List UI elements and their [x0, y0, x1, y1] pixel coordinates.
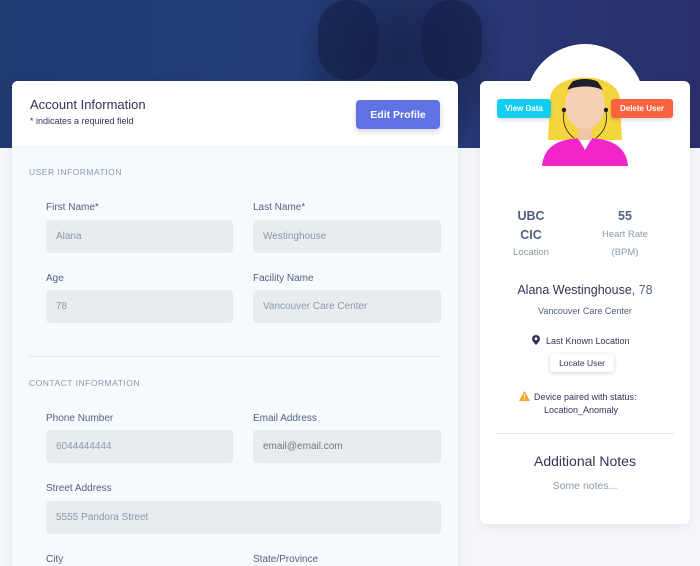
profile-divider [496, 433, 674, 434]
device-status-text: Device paired with status: [534, 392, 637, 402]
account-card: Account Information * indicates a requir… [12, 81, 458, 566]
age-label: Age [46, 273, 64, 284]
device-status: Device paired with status: Location_Anom… [519, 391, 669, 417]
phone-number-label: Phone Number [46, 413, 114, 424]
map-pin-icon [532, 335, 540, 345]
first-name-field[interactable] [46, 220, 233, 253]
profile-name: Alana Westinghouse, 78 [480, 283, 690, 297]
street-address-label: Street Address [46, 483, 112, 494]
account-card-header: Account Information * indicates a requir… [12, 81, 458, 147]
facility-name-label: Facility Name [253, 273, 314, 284]
last-known-location: Last Known Location [532, 335, 630, 346]
first-name-label: First Name* [46, 202, 99, 213]
warning-icon [519, 391, 530, 401]
location-value-line1: UBC [517, 209, 545, 223]
device-status-value: Location_Anomaly [544, 405, 619, 415]
profile-age: , 78 [631, 283, 653, 297]
profile-full-name: Alana Westinghouse [517, 283, 632, 297]
locate-user-button[interactable]: Locate User [550, 354, 614, 372]
additional-notes-text: Some notes... [552, 480, 618, 492]
hero-figure-arm-left [318, 0, 378, 80]
user-info-section-title: USER INFORMATION [29, 167, 122, 177]
contact-info-section-title: CONTACT INFORMATION [29, 378, 141, 388]
heart-rate-value: 55 [618, 209, 632, 223]
email-address-field[interactable] [253, 430, 441, 463]
profile-facility: Vancouver Care Center [538, 306, 632, 316]
age-field[interactable] [46, 290, 233, 323]
hero-figure-arm-right [422, 0, 482, 80]
facility-name-field[interactable] [253, 290, 441, 323]
state-province-label: State/Province [253, 554, 319, 565]
edit-profile-button[interactable]: Edit Profile [356, 100, 440, 129]
last-name-field[interactable] [253, 220, 441, 253]
location-label: Location [513, 247, 549, 258]
last-known-location-label: Last Known Location [546, 336, 630, 346]
location-value-line2: CIC [520, 228, 542, 242]
email-address-label: Email Address [253, 413, 317, 424]
phone-number-field[interactable] [46, 430, 233, 463]
additional-notes-title: Additional Notes [534, 453, 636, 469]
city-label: City [46, 554, 64, 565]
street-address-field[interactable] [46, 501, 441, 534]
view-data-button[interactable]: View Data [497, 99, 551, 118]
section-divider [29, 356, 440, 357]
last-name-label: Last Name* [253, 202, 306, 213]
delete-user-button[interactable]: Delete User [611, 99, 673, 118]
heart-rate-unit-label: (BPM) [611, 247, 639, 258]
heart-rate-label: Heart Rate [602, 229, 648, 240]
